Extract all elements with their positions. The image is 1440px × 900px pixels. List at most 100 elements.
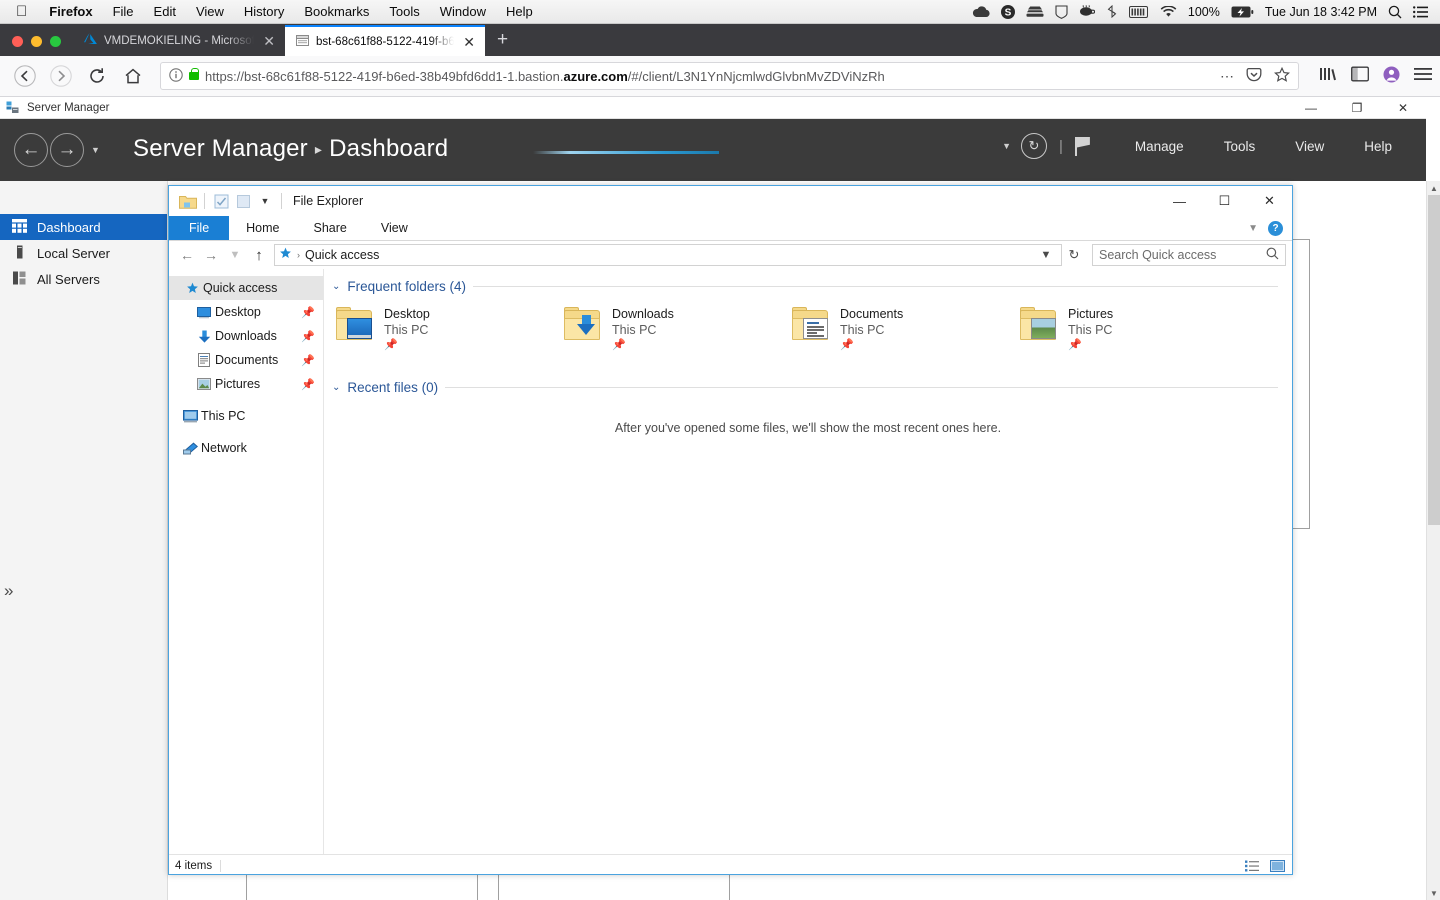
chevron-down-icon[interactable]: ▼ (1035, 245, 1057, 265)
recent-files-header[interactable]: ⌄ Recent files (0) (324, 380, 1292, 395)
menu-history[interactable]: History (234, 4, 294, 19)
close-window-button[interactable] (12, 36, 23, 47)
expand-chevrons-icon[interactable]: » (4, 581, 13, 601)
forward-arrow-icon[interactable]: → (199, 243, 223, 267)
star-icon[interactable] (1274, 66, 1290, 86)
search-icon[interactable] (1266, 247, 1279, 263)
chevron-down-icon[interactable]: ▼ (1002, 141, 1011, 151)
maximize-button[interactable]: ❐ (1334, 97, 1380, 119)
forward-icon[interactable]: → (50, 133, 84, 167)
breadcrumb-bar[interactable]: › Quick access ▼ (274, 244, 1062, 266)
refresh-icon[interactable]: ↻ (1062, 243, 1086, 267)
coffee-icon[interactable] (1079, 5, 1095, 18)
skype-icon[interactable]: S (1000, 4, 1015, 19)
large-icons-view-icon[interactable] (1269, 858, 1286, 873)
battery-charging-icon[interactable] (1231, 6, 1254, 18)
reload-button[interactable] (80, 61, 114, 91)
menu-help[interactable]: Help (496, 4, 543, 19)
breadcrumb-current[interactable]: Quick access (305, 248, 379, 262)
wifi-icon[interactable] (1160, 5, 1177, 18)
chevron-down-icon[interactable]: ⌄ (332, 382, 340, 393)
search-icon[interactable] (1388, 5, 1402, 19)
close-icon[interactable]: ✕ (261, 34, 277, 48)
shield-icon[interactable] (1055, 4, 1068, 19)
ellipsis-icon[interactable]: ⋯ (1220, 68, 1234, 85)
pocket-icon[interactable] (1246, 67, 1262, 86)
scroll-up-icon[interactable]: ▲ (1427, 181, 1440, 195)
menu-icon[interactable] (1414, 67, 1432, 85)
back-button[interactable] (8, 61, 42, 91)
refresh-icon[interactable]: ↻ (1020, 133, 1047, 159)
bluetooth-icon[interactable] (1106, 5, 1118, 18)
menu-view[interactable]: View (186, 4, 234, 19)
recent-locations-icon[interactable]: ▼ (223, 243, 247, 267)
sidebar-item-dashboard[interactable]: Dashboard (0, 214, 167, 240)
close-button[interactable]: ✕ (1380, 97, 1426, 119)
account-icon[interactable] (1383, 66, 1400, 87)
stack-icon[interactable] (1026, 5, 1044, 18)
folder-tile[interactable]: Documents This PC 📌 (792, 306, 1020, 352)
home-button[interactable] (116, 61, 150, 91)
new-folder-icon[interactable] (232, 190, 254, 212)
pin-icon[interactable]: 📌 (840, 338, 903, 352)
new-tab-button[interactable]: + (485, 30, 520, 56)
browser-tab-bastion[interactable]: bst-68c61f88-5122-419f-b6ed ✕ (285, 25, 485, 56)
tab-view[interactable]: View (364, 216, 425, 240)
scrollbar-thumb[interactable] (1428, 195, 1440, 525)
pin-icon[interactable]: 📌 (301, 378, 315, 391)
lock-icon[interactable] (189, 68, 199, 80)
up-arrow-icon[interactable]: ↑ (247, 243, 271, 267)
nav-item-pictures[interactable]: Pictures 📌 (169, 372, 323, 396)
menu-bookmarks[interactable]: Bookmarks (294, 4, 379, 19)
nav-item-downloads[interactable]: Downloads 📌 (169, 324, 323, 348)
frequent-folders-header[interactable]: ⌄ Frequent folders (4) (324, 279, 1292, 294)
sidebar-icon[interactable] (1351, 66, 1369, 86)
browser-tab-azure[interactable]: VMDEMOKIELING - Microsoft A ✕ (73, 25, 285, 56)
pin-icon[interactable]: 📌 (301, 354, 315, 367)
chevron-down-icon[interactable]: ▼ (91, 145, 100, 155)
close-button[interactable]: ✕ (1247, 186, 1292, 216)
menu-edit[interactable]: Edit (144, 4, 186, 19)
folder-tile[interactable]: Downloads This PC 📌 (564, 306, 792, 352)
tab-share[interactable]: Share (297, 216, 364, 240)
breadcrumb-root[interactable]: Server Manager (133, 135, 308, 162)
nav-item-desktop[interactable]: Desktop 📌 (169, 300, 323, 324)
nav-item-documents[interactable]: Documents 📌 (169, 348, 323, 372)
menu-firefox[interactable]: Firefox (39, 4, 102, 19)
maximize-button[interactable]: ☐ (1202, 186, 1247, 216)
menu-file[interactable]: File (103, 4, 144, 19)
pin-icon[interactable]: 📌 (301, 330, 315, 343)
menu-help[interactable]: Help (1344, 139, 1412, 154)
pin-icon[interactable]: 📌 (612, 338, 674, 352)
pin-icon[interactable]: 📌 (384, 338, 430, 352)
menu-view[interactable]: View (1275, 139, 1344, 154)
flag-icon[interactable] (1074, 136, 1089, 156)
back-icon[interactable]: ← (14, 133, 48, 167)
pin-icon[interactable]: 📌 (301, 306, 315, 319)
folder-tile[interactable]: Pictures This PC 📌 (1020, 306, 1248, 352)
menu-tools[interactable]: Tools (1204, 139, 1276, 154)
tab-home[interactable]: Home (229, 216, 296, 240)
tab-file[interactable]: File (169, 216, 230, 240)
cloud-icon[interactable] (972, 5, 990, 18)
menu-window[interactable]: Window (430, 4, 496, 19)
minimize-window-button[interactable] (31, 36, 42, 47)
chevron-down-icon[interactable]: ⌄ (332, 281, 340, 292)
details-view-icon[interactable] (1244, 858, 1261, 873)
menu-manage[interactable]: Manage (1115, 139, 1204, 154)
url-bar[interactable]: https://bst-68c61f88-5122-419f-b6ed-38b4… (160, 62, 1299, 90)
scroll-down-icon[interactable]: ▼ (1427, 886, 1440, 900)
search-input[interactable]: Search Quick access (1092, 244, 1286, 266)
library-icon[interactable] (1319, 66, 1337, 86)
nav-item-this-pc[interactable]: This PC (169, 404, 323, 428)
menu-tools[interactable]: Tools (379, 4, 429, 19)
minimize-button[interactable]: — (1157, 186, 1202, 216)
control-center-list-icon[interactable] (1413, 5, 1428, 18)
macos-clock[interactable]: Tue Jun 18 3:42 PM (1265, 5, 1377, 19)
battery-meter-icon[interactable] (1128, 5, 1149, 18)
forward-button[interactable] (44, 61, 78, 91)
zoom-window-button[interactable] (50, 36, 61, 47)
customize-dropdown-icon[interactable]: ▼ (254, 190, 276, 212)
folder-tile[interactable]: Desktop This PC 📌 (336, 306, 564, 352)
pin-icon[interactable]: 📌 (1068, 338, 1113, 352)
